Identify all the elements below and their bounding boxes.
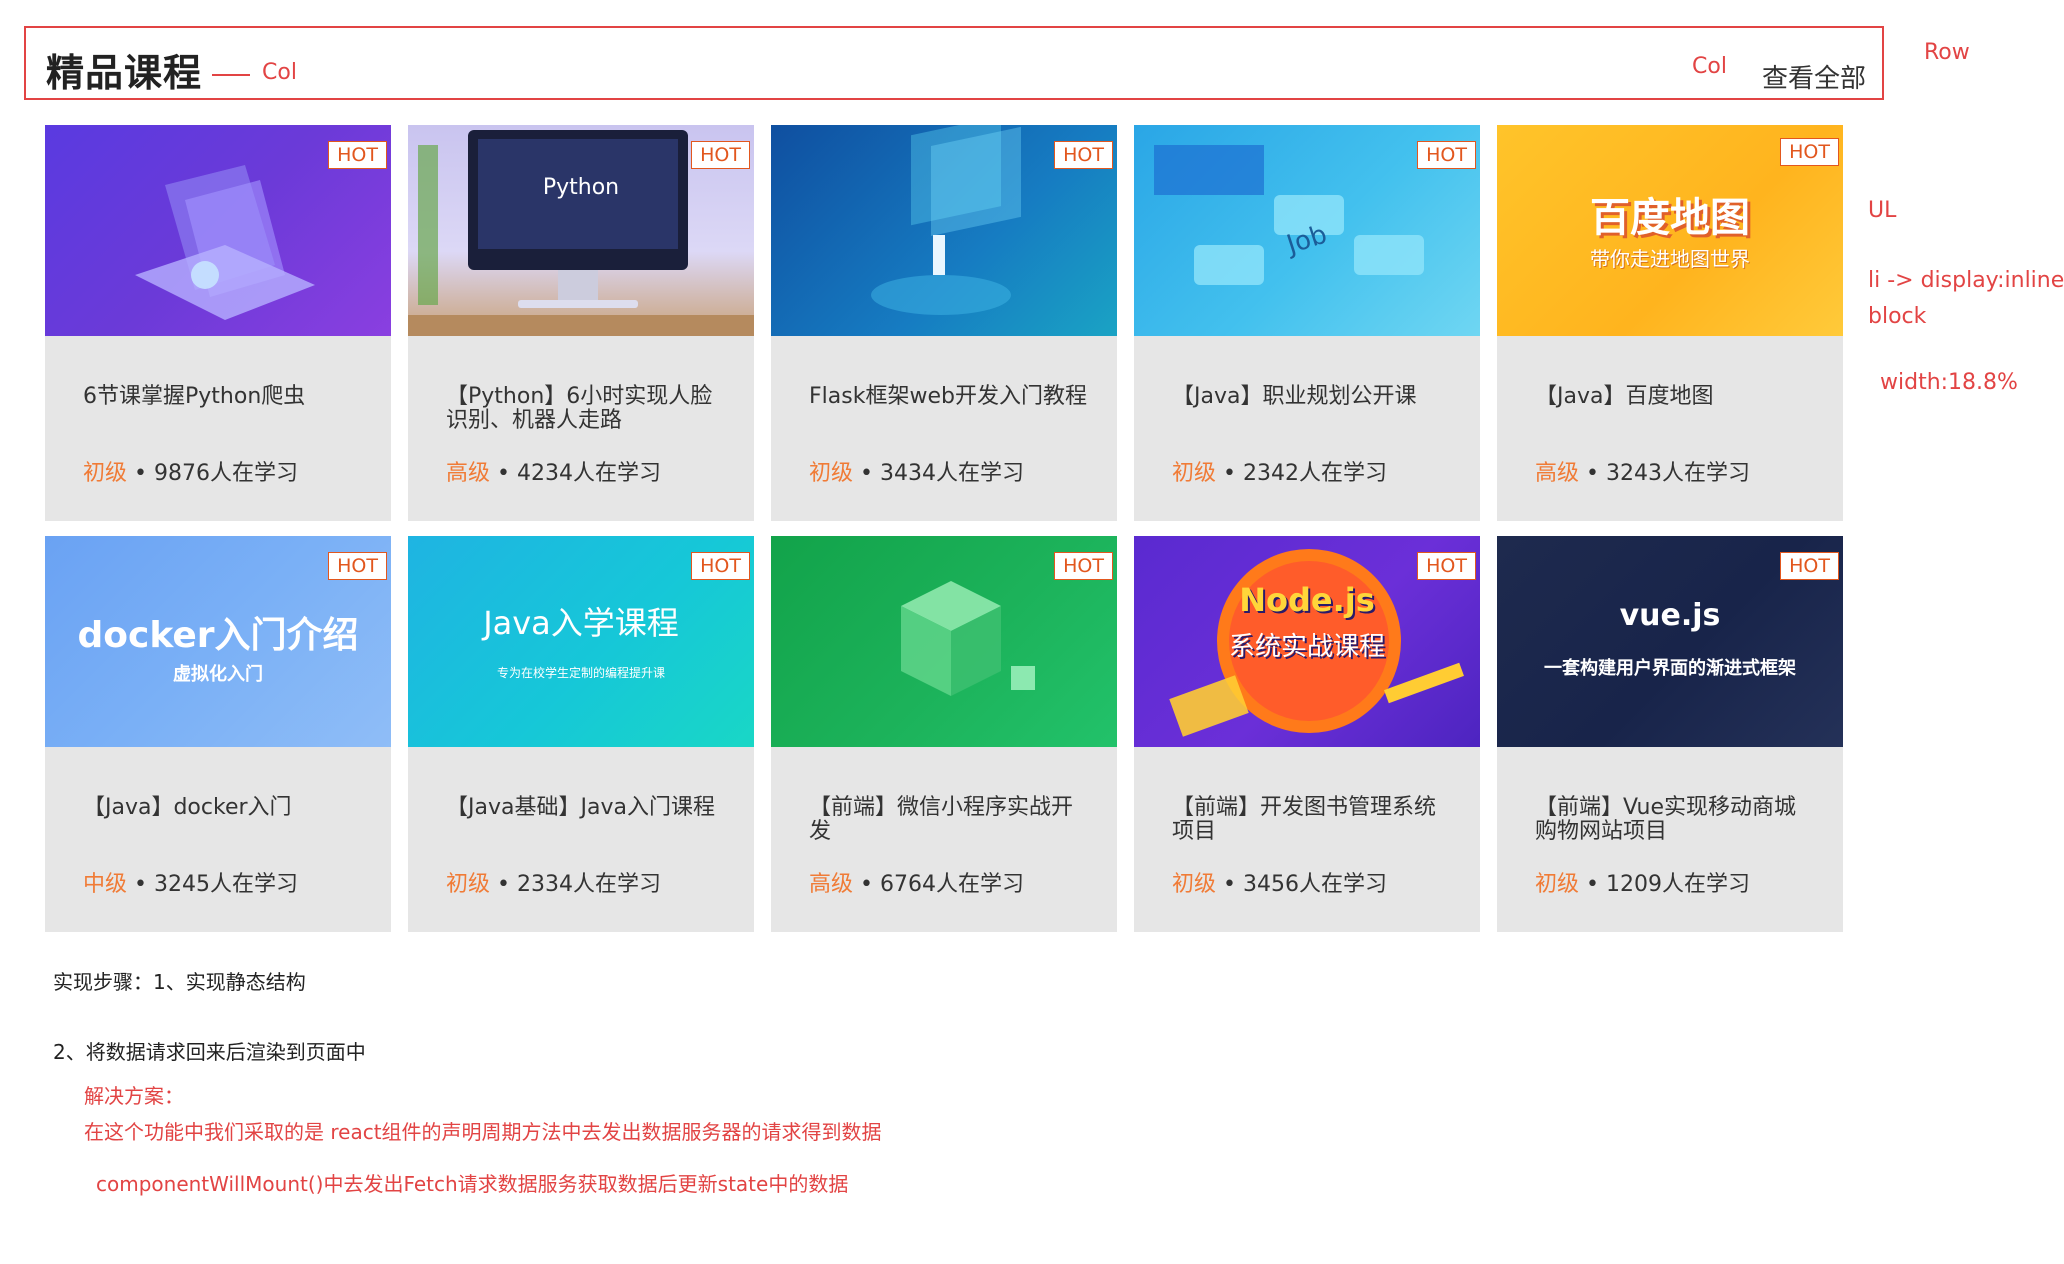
hot-badge: HOT xyxy=(1417,552,1476,580)
course-level: 初级 xyxy=(1535,872,1580,897)
course-card[interactable]: Job HOT 【Java】职业规划公开课 初级 • 2342人在学习 xyxy=(1134,125,1480,521)
annotation-ul: UL xyxy=(1868,198,1897,223)
hot-badge: HOT xyxy=(1780,138,1839,166)
course-thumbnail: HOT xyxy=(771,125,1117,336)
course-thumbnail: vue.js 一套构建用户界面的渐进式框架 HOT xyxy=(1497,536,1843,747)
hot-badge: HOT xyxy=(1054,552,1113,580)
course-thumbnail: Job HOT xyxy=(1134,125,1480,336)
view-all-link[interactable]: 查看全部 xyxy=(1762,58,1866,95)
course-meta: 中级 • 3245人在学习 xyxy=(83,866,298,898)
course-card[interactable]: docker入门介绍 虚拟化入门 HOT 【Java】docker入门 中级 •… xyxy=(45,536,391,932)
course-meta: 高级 • 4234人在学习 xyxy=(446,455,661,487)
course-level: 初级 xyxy=(809,461,854,486)
thumbnail-text: Python xyxy=(542,175,620,200)
course-card[interactable]: 百度地图 带你走进地图世界 HOT 【Java】百度地图 高级 • 3243人在… xyxy=(1497,125,1843,521)
annotation-col-left: Col xyxy=(262,60,297,85)
course-meta: 初级 • 1209人在学习 xyxy=(1535,866,1750,898)
thumbnail-subtext: 一套构建用户界面的渐进式框架 xyxy=(1544,658,1796,679)
annotation-li-line2: block xyxy=(1868,304,1927,329)
course-title: 【前端】Vue实现移动商城购物网站项目 xyxy=(1535,795,1797,844)
course-card[interactable]: Python HOT 【Python】6小时实现人脸识别、机器人走路 高级 • … xyxy=(408,125,754,521)
course-thumbnail: HOT xyxy=(771,536,1117,747)
thumbnail-text: Node.js xyxy=(1239,581,1375,619)
course-level: 高级 xyxy=(1535,461,1580,486)
course-learners: • 2342人在学习 xyxy=(1223,461,1387,486)
course-thumbnail: docker入门介绍 虚拟化入门 HOT xyxy=(45,536,391,747)
course-level: 初级 xyxy=(1172,461,1217,486)
course-meta: 初级 • 2342人在学习 xyxy=(1172,455,1387,487)
annotation-li-line1: li -> display:inline- xyxy=(1868,268,2064,293)
course-level: 初级 xyxy=(446,872,491,897)
course-level: 高级 xyxy=(446,461,491,486)
hot-badge: HOT xyxy=(328,552,387,580)
course-level: 中级 xyxy=(83,872,128,897)
course-learners: • 1209人在学习 xyxy=(1586,872,1750,897)
course-meta: 初级 • 3456人在学习 xyxy=(1172,866,1387,898)
hot-badge: HOT xyxy=(328,141,387,169)
hot-badge: HOT xyxy=(1780,552,1839,580)
course-meta: 初级 • 3434人在学习 xyxy=(809,455,1024,487)
course-title: 【Java】百度地图 xyxy=(1535,384,1714,409)
hot-badge: HOT xyxy=(691,141,750,169)
course-card[interactable]: HOT Flask框架web开发入门教程 初级 • 3434人在学习 xyxy=(771,125,1117,521)
hot-badge: HOT xyxy=(1054,141,1113,169)
step-two-text: 2、将数据请求回来后渲染到页面中 xyxy=(53,1040,366,1064)
annotation-width: width:18.8% xyxy=(1880,370,2018,395)
course-level: 初级 xyxy=(1172,872,1217,897)
thumbnail-subtext: 带你走进地图世界 xyxy=(1590,247,1750,271)
thumbnail-text: Java入学课程 xyxy=(483,604,679,642)
course-title: 【Java】docker入门 xyxy=(83,795,292,820)
course-level: 初级 xyxy=(83,461,128,486)
course-learners: • 3243人在学习 xyxy=(1586,461,1750,486)
thumbnail-subtext: 虚拟化入门 xyxy=(173,664,263,685)
course-card[interactable]: HOT 6节课掌握Python爬虫 初级 • 9876人在学习 xyxy=(45,125,391,521)
course-thumbnail: 百度地图 带你走进地图世界 HOT xyxy=(1497,125,1843,336)
course-thumbnail: HOT xyxy=(45,125,391,336)
section-header-row: 精品课程 Col Col 查看全部 xyxy=(24,26,1884,100)
course-learners: • 3434人在学习 xyxy=(860,461,1024,486)
course-card[interactable]: HOT 【前端】微信小程序实战开发 高级 • 6764人在学习 xyxy=(771,536,1117,932)
thumbnail-text: 百度地图 xyxy=(1590,195,1750,241)
course-card[interactable]: Node.js 系统实战课程 HOT 【前端】开发图书管理系统项目 初级 • 3… xyxy=(1134,536,1480,932)
course-card[interactable]: Java入学课程 专为在校学生定制的编程提升课 HOT 【Java基础】Java… xyxy=(408,536,754,932)
course-learners: • 6764人在学习 xyxy=(860,872,1024,897)
annotation-dash xyxy=(212,74,250,76)
course-title: 6节课掌握Python爬虫 xyxy=(83,384,306,409)
course-title: 【Python】6小时实现人脸识别、机器人走路 xyxy=(446,384,713,433)
thumbnail-subtext: 专为在校学生定制的编程提升课 xyxy=(496,666,665,680)
course-learners: • 4234人在学习 xyxy=(497,461,661,486)
course-level: 高级 xyxy=(809,872,854,897)
course-title: 【Java】职业规划公开课 xyxy=(1172,384,1417,409)
section-title: 精品课程 xyxy=(46,51,203,95)
course-thumbnail: Python HOT xyxy=(408,125,754,336)
annotation-row: Row xyxy=(1924,40,1970,65)
course-learners: • 3245人在学习 xyxy=(134,872,298,897)
hot-badge: HOT xyxy=(1417,141,1476,169)
hot-badge: HOT xyxy=(691,552,750,580)
course-list: HOT 6节课掌握Python爬虫 初级 • 9876人在学习 Python H… xyxy=(45,125,1845,932)
course-card[interactable]: vue.js 一套构建用户界面的渐进式框架 HOT 【前端】Vue实现移动商城购… xyxy=(1497,536,1843,932)
course-title: 【Java基础】Java入门课程 xyxy=(446,795,715,820)
solution-text: 在这个功能中我们采取的是 react组件的声明周期方法中去发出数据服务器的请求得… xyxy=(84,1120,882,1144)
course-title: 【前端】开发图书管理系统项目 xyxy=(1172,795,1437,844)
course-meta: 高级 • 3243人在学习 xyxy=(1535,455,1750,487)
course-title: 【前端】微信小程序实战开发 xyxy=(809,795,1074,844)
course-learners: • 3456人在学习 xyxy=(1223,872,1387,897)
thumbnail-text: docker入门介绍 xyxy=(77,615,359,656)
annotation-col-right: Col xyxy=(1692,54,1727,79)
course-learners: • 9876人在学习 xyxy=(134,461,298,486)
course-learners: • 2334人在学习 xyxy=(497,872,661,897)
solution-label: 解决方案： xyxy=(84,1084,184,1108)
course-meta: 初级 • 9876人在学习 xyxy=(83,455,298,487)
thumbnail-subtext: 系统实战课程 xyxy=(1228,632,1385,662)
course-thumbnail: Node.js 系统实战课程 HOT xyxy=(1134,536,1480,747)
thumbnail-text: vue.js xyxy=(1619,598,1721,633)
course-meta: 初级 • 2334人在学习 xyxy=(446,866,661,898)
course-title: Flask框架web开发入门教程 xyxy=(809,384,1087,409)
solution-detail: componentWillMount()中去发出Fetch请求数据服务获取数据后… xyxy=(96,1172,849,1196)
step-one-text: 实现步骤：1、实现静态结构 xyxy=(53,970,306,994)
course-thumbnail: Java入学课程 专为在校学生定制的编程提升课 HOT xyxy=(408,536,754,747)
course-meta: 高级 • 6764人在学习 xyxy=(809,866,1024,898)
